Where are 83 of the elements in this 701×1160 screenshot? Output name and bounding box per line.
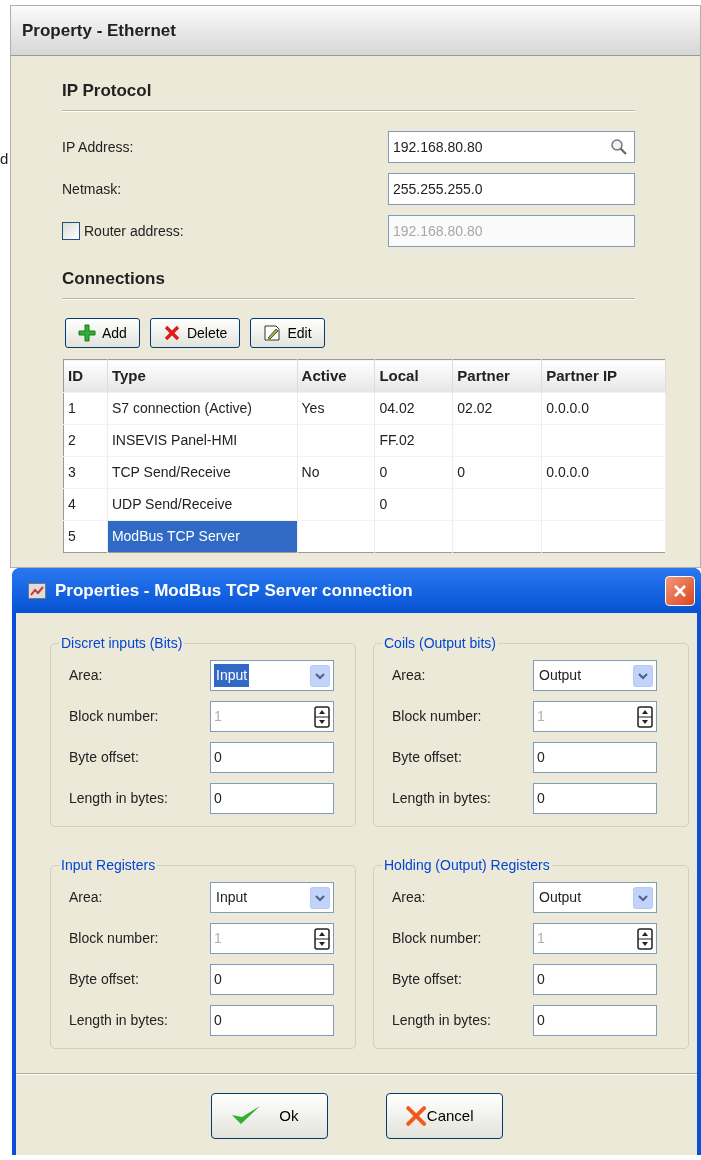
table-cell: 0.0.0.0 bbox=[541, 392, 666, 425]
table-cell: INSEVIS Panel-HMI bbox=[107, 424, 298, 457]
field-label: Block number: bbox=[392, 707, 483, 726]
field-label: Block number: bbox=[69, 929, 160, 948]
table-cell: ModBus TCP Server bbox=[107, 520, 298, 553]
field-label: IP Address: bbox=[62, 137, 134, 157]
panel-title: Property - Ethernet bbox=[11, 6, 700, 56]
table-cell: No bbox=[297, 456, 375, 489]
table-cell: 3 bbox=[63, 456, 108, 489]
column-header[interactable]: Local bbox=[374, 359, 453, 393]
input-field[interactable]: 0 bbox=[210, 742, 334, 773]
caret-icon bbox=[310, 886, 330, 909]
add-button[interactable]: Add bbox=[65, 318, 140, 348]
section-heading: Connections bbox=[62, 268, 166, 290]
field-label: Length in bytes: bbox=[392, 1011, 492, 1030]
input-field[interactable]: 0 bbox=[533, 1005, 657, 1036]
table-cell: 5 bbox=[63, 520, 108, 553]
table-cell: 02.02 bbox=[452, 392, 542, 425]
field-label: Byte offset: bbox=[392, 748, 463, 767]
field-label: Netmask: bbox=[62, 179, 122, 199]
input-field[interactable]: 0 bbox=[210, 964, 334, 995]
area-dropdown[interactable]: Input bbox=[210, 882, 334, 913]
caret-icon bbox=[633, 664, 653, 687]
input-field[interactable]: 0 bbox=[533, 783, 657, 814]
spinner-icon bbox=[637, 927, 653, 950]
field-label: Length in bytes: bbox=[392, 789, 492, 808]
cancel-button[interactable]: Cancel bbox=[385, 1093, 503, 1139]
field-label: Length in bytes: bbox=[69, 789, 169, 808]
field-label: Block number: bbox=[69, 707, 160, 726]
input-field[interactable]: 0 bbox=[533, 964, 657, 995]
window-icon bbox=[28, 582, 46, 599]
field-label: Byte offset: bbox=[69, 970, 140, 989]
area-dropdown[interactable]: Output bbox=[533, 882, 657, 913]
table-cell: 0.0.0.0 bbox=[541, 456, 666, 489]
table-cell: 1 bbox=[63, 392, 108, 425]
column-header[interactable]: Type bbox=[107, 359, 298, 393]
field-label: Block number: bbox=[392, 929, 483, 948]
background-text: d bbox=[0, 150, 9, 167]
input-field[interactable]: 0 bbox=[210, 1005, 334, 1036]
table-cell: 4 bbox=[63, 488, 108, 521]
area-dropdown[interactable]: Output bbox=[533, 660, 657, 691]
table-cell: FF.02 bbox=[374, 424, 453, 457]
dialog-title: Properties - ModBus TCP Server connection bbox=[55, 579, 413, 602]
input-field[interactable]: 255.255.255.0 bbox=[388, 173, 635, 205]
table-cell: TCP Send/Receive bbox=[107, 456, 298, 489]
search-icon bbox=[610, 138, 628, 156]
field-label: Length in bytes: bbox=[69, 1011, 169, 1030]
column-header[interactable]: ID bbox=[63, 359, 108, 393]
table-cell: 2 bbox=[63, 424, 108, 457]
field-label: Area: bbox=[392, 888, 427, 907]
table-cell: 0 bbox=[452, 456, 542, 489]
table-cell: S7 connection (Active) bbox=[107, 392, 298, 425]
input-field[interactable]: 0 bbox=[533, 742, 657, 773]
input-field[interactable]: 0 bbox=[210, 783, 334, 814]
table-cell: 04.02 bbox=[374, 392, 453, 425]
field-label: Area: bbox=[392, 666, 427, 685]
table-cell: Yes bbox=[297, 392, 375, 425]
delete-button[interactable]: Delete bbox=[149, 318, 241, 348]
section-heading: IP Protocol bbox=[62, 80, 153, 102]
delete-icon bbox=[162, 324, 181, 342]
close-button[interactable] bbox=[665, 575, 695, 606]
edit-icon bbox=[263, 324, 282, 342]
spinner-icon bbox=[314, 705, 330, 728]
close-icon bbox=[672, 582, 688, 599]
field-label: Area: bbox=[69, 888, 104, 907]
field-label: Byte offset: bbox=[392, 970, 463, 989]
table-cell: 0 bbox=[374, 488, 453, 521]
caret-icon bbox=[310, 664, 330, 687]
table-cell: 0 bbox=[374, 456, 453, 489]
area-dropdown[interactable]: Input bbox=[210, 660, 334, 691]
edit-button[interactable]: Edit bbox=[250, 318, 325, 348]
spinner-icon bbox=[637, 705, 653, 728]
field-label: Byte offset: bbox=[69, 748, 140, 767]
column-header[interactable]: Active bbox=[297, 359, 375, 393]
search-field[interactable]: 192.168.80.80 bbox=[388, 131, 635, 163]
plus-icon bbox=[78, 324, 96, 342]
field-label: Router address: bbox=[84, 221, 184, 241]
caret-icon bbox=[633, 886, 653, 909]
column-header[interactable]: Partner bbox=[452, 359, 542, 393]
field-label: Area: bbox=[69, 666, 104, 685]
ok-button[interactable]: Ok bbox=[210, 1093, 328, 1139]
column-header[interactable]: Partner IP bbox=[541, 359, 666, 393]
spinner-icon bbox=[314, 927, 330, 950]
